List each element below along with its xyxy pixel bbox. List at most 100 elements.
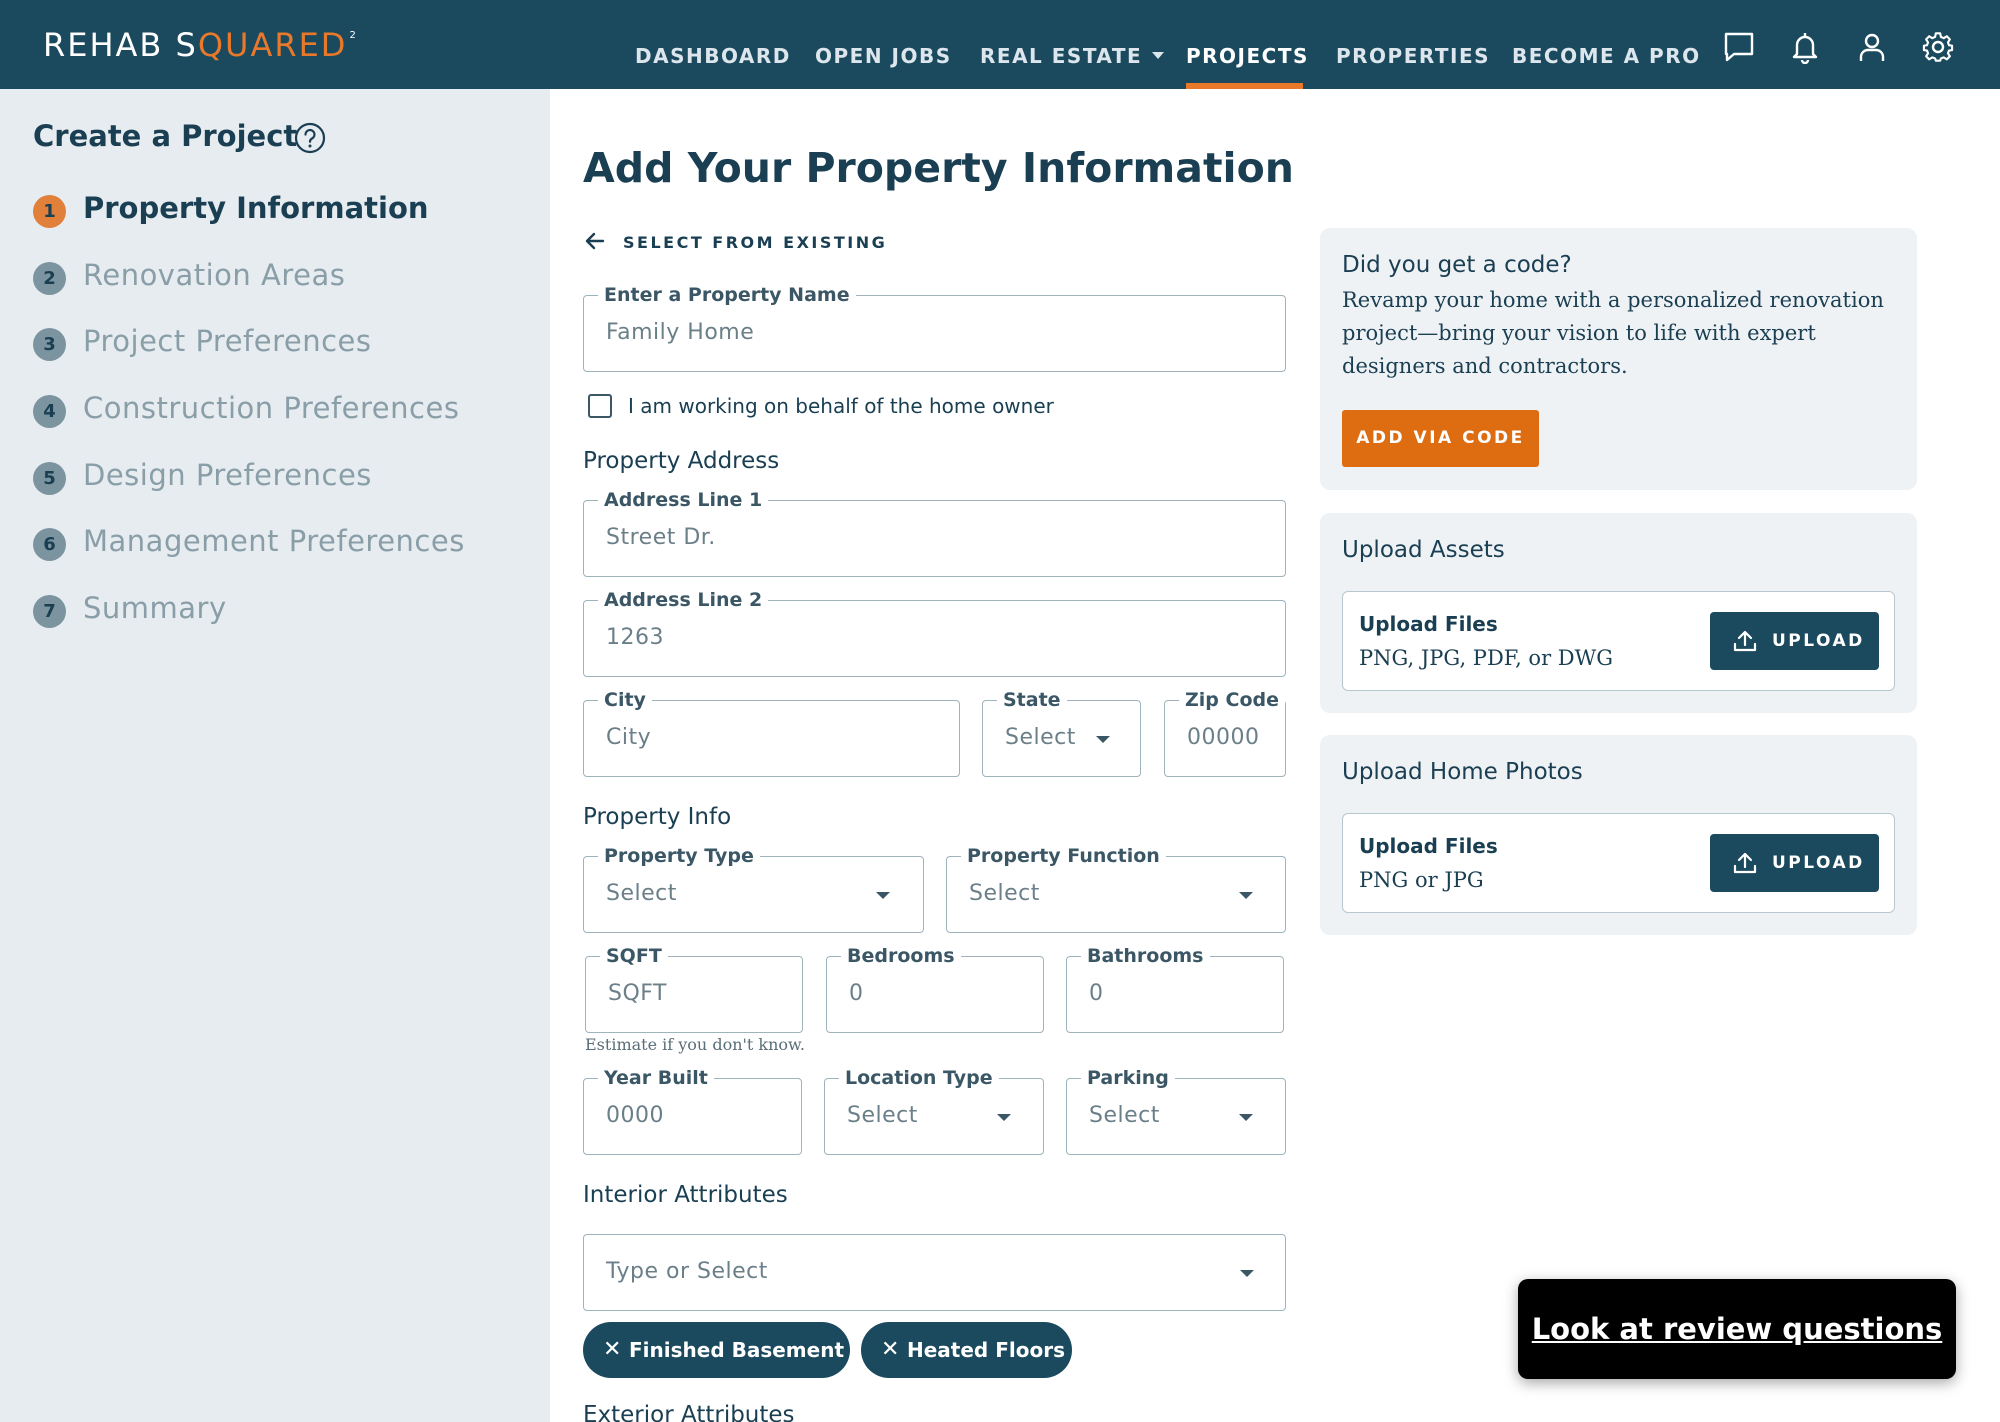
top-navigation-bar: REHAB SQUARED 2 DASHBOARD OPEN JOBS REAL … <box>0 0 2000 89</box>
year-built-input[interactable]: Year Built 0000 <box>583 1066 802 1155</box>
city-input[interactable]: City City <box>583 688 960 777</box>
code-card-text: Revamp your home with a personalized ren… <box>1342 288 1884 378</box>
parking-select[interactable]: Parking Select <box>1066 1066 1286 1155</box>
chip-heated-floors[interactable]: ✕ Heated Floors <box>861 1322 1072 1378</box>
address-line-2-input[interactable]: Address Line 2 1263 <box>583 588 1286 677</box>
field-label: City <box>598 688 652 712</box>
chip-finished-basement[interactable]: ✕ Finished Basement <box>583 1322 850 1378</box>
close-icon[interactable]: ✕ <box>881 1337 899 1363</box>
field-value: SQFT <box>608 981 667 1006</box>
upload-photos-dropzone[interactable]: Upload Files PNG or JPG UPLOAD <box>1342 813 1895 913</box>
gear-icon[interactable] <box>1921 30 1955 64</box>
field-value: 0 <box>1089 981 1104 1006</box>
project-steps-sidebar: Create a Project 1 Property Information … <box>0 89 550 1422</box>
chevron-down-icon <box>997 1114 1011 1121</box>
upload-files-title: Upload Files <box>1359 834 1498 858</box>
step-number-badge: 1 <box>33 195 66 228</box>
field-value: Select <box>606 881 677 906</box>
field-label: Zip Code <box>1179 688 1285 712</box>
chip-label: Heated Floors <box>907 1338 1065 1362</box>
behalf-of-owner-label: I am working on behalf of the home owner <box>628 394 1054 418</box>
field-label: Location Type <box>839 1066 999 1090</box>
brand-name-accent: QUARED <box>197 26 348 64</box>
upload-button-label: UPLOAD <box>1772 853 1865 873</box>
select-from-existing-label: SELECT FROM EXISTING <box>623 233 888 252</box>
upload-button-label: UPLOAD <box>1772 631 1865 651</box>
chevron-down-icon <box>1096 736 1110 743</box>
brand-name-part1: REHAB S <box>43 26 198 64</box>
page-title: Add Your Property Information <box>583 144 1294 192</box>
bathrooms-input[interactable]: Bathrooms 0 <box>1066 944 1284 1033</box>
upload-files-title: Upload Files <box>1359 612 1498 636</box>
field-label: SQFT <box>600 944 668 968</box>
nav-real-estate-label: REAL ESTATE <box>980 44 1143 68</box>
upload-file-types: PNG, JPG, PDF, or DWG <box>1359 646 1613 670</box>
step-number-badge: 6 <box>33 528 66 561</box>
step-label: Construction Preferences <box>83 391 460 425</box>
field-label: Property Function <box>961 844 1166 868</box>
bedrooms-input[interactable]: Bedrooms 0 <box>826 944 1044 1033</box>
step-number-badge: 4 <box>33 395 66 428</box>
field-value: Select <box>969 881 1040 906</box>
section-interior-attributes: Interior Attributes <box>583 1182 788 1208</box>
step-number-badge: 3 <box>33 328 66 361</box>
user-icon[interactable] <box>1855 30 1889 64</box>
upload-icon <box>1733 630 1757 652</box>
section-exterior-attributes: Exterior Attributes <box>583 1402 795 1422</box>
field-value: Select <box>1005 725 1076 750</box>
nav-projects[interactable]: PROJECTS <box>1186 44 1309 68</box>
nav-open-jobs[interactable]: OPEN JOBS <box>815 44 952 68</box>
chevron-down-icon <box>1239 1114 1253 1121</box>
section-property-info: Property Info <box>583 804 732 830</box>
step-label: Management Preferences <box>83 524 465 558</box>
state-select[interactable]: State Select <box>982 688 1141 777</box>
upload-assets-button[interactable]: UPLOAD <box>1710 612 1879 670</box>
field-label: Address Line 2 <box>598 588 769 612</box>
field-value: 0 <box>849 981 864 1006</box>
upload-assets-title: Upload Assets <box>1342 537 1505 563</box>
field-label: Address Line 1 <box>598 488 769 512</box>
step-label: Property Information <box>83 191 429 225</box>
arrow-left-icon <box>585 232 605 250</box>
field-label: Parking <box>1081 1066 1175 1090</box>
nav-real-estate[interactable]: REAL ESTATE <box>980 44 1165 68</box>
code-card-title: Did you get a code? <box>1342 252 1572 278</box>
field-label: Year Built <box>598 1066 714 1090</box>
behalf-of-owner-checkbox[interactable] <box>588 394 612 418</box>
property-name-input[interactable]: Enter a Property Name Family Home <box>583 283 1286 372</box>
upload-icon <box>1733 852 1757 874</box>
nav-active-indicator <box>1186 83 1303 89</box>
field-value: 1263 <box>606 625 664 650</box>
interior-attributes-select[interactable]: Type or Select <box>583 1234 1286 1311</box>
help-icon[interactable] <box>294 122 326 154</box>
zip-code-input[interactable]: Zip Code 00000 <box>1164 688 1286 777</box>
field-value: Street Dr. <box>606 525 716 550</box>
brand-superscript: 2 <box>349 30 358 41</box>
sqft-input[interactable]: SQFT SQFT <box>585 944 803 1033</box>
nav-properties[interactable]: PROPERTIES <box>1336 44 1490 68</box>
step-label: Renovation Areas <box>83 258 346 292</box>
brand-logo[interactable]: REHAB SQUARED 2 <box>43 26 358 64</box>
chat-icon[interactable] <box>1722 30 1756 64</box>
property-function-select[interactable]: Property Function Select <box>946 844 1286 933</box>
upload-assets-dropzone[interactable]: Upload Files PNG, JPG, PDF, or DWG UPLOA… <box>1342 591 1895 691</box>
sidebar-title: Create a Project <box>33 119 298 153</box>
nav-become-a-pro[interactable]: BECOME A PRO <box>1512 44 1701 68</box>
add-via-code-button[interactable]: ADD VIA CODE <box>1342 410 1539 467</box>
close-icon[interactable]: ✕ <box>603 1337 621 1363</box>
step-label: Summary <box>83 591 227 625</box>
upload-photos-button[interactable]: UPLOAD <box>1710 834 1879 892</box>
location-type-select[interactable]: Location Type Select <box>824 1066 1044 1155</box>
chevron-down-icon <box>876 892 890 899</box>
field-value: 00000 <box>1187 725 1260 750</box>
address-line-1-input[interactable]: Address Line 1 Street Dr. <box>583 488 1286 577</box>
bell-icon[interactable] <box>1788 30 1822 64</box>
upload-assets-card: Upload Assets Upload Files PNG, JPG, PDF… <box>1320 513 1917 713</box>
field-value: Select <box>847 1103 918 1128</box>
step-number-badge: 7 <box>33 595 66 628</box>
nav-dashboard[interactable]: DASHBOARD <box>635 44 791 68</box>
property-type-select[interactable]: Property Type Select <box>583 844 924 933</box>
field-label: Enter a Property Name <box>598 283 856 307</box>
review-questions-button[interactable]: Look at review questions <box>1518 1279 1956 1379</box>
chevron-down-icon <box>1152 52 1165 59</box>
